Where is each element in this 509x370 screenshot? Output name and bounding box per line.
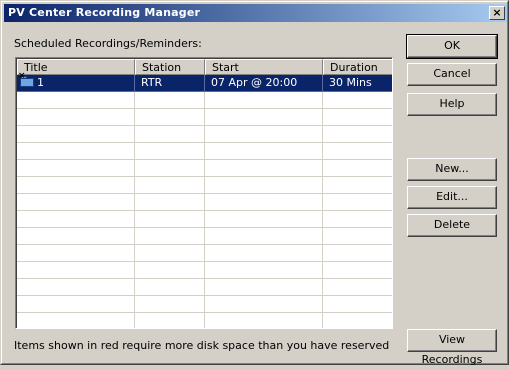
empty-cell (205, 211, 323, 228)
empty-row (17, 160, 392, 177)
empty-cell (135, 194, 205, 211)
empty-cell (205, 313, 323, 328)
empty-cell (205, 228, 323, 245)
cell-station: RTR (135, 75, 205, 92)
empty-cell (135, 296, 205, 313)
empty-cell (135, 126, 205, 143)
edit-button[interactable]: Edit... (407, 186, 497, 209)
empty-cell (17, 160, 135, 177)
empty-cell (135, 143, 205, 160)
empty-row (17, 228, 392, 245)
empty-cell (17, 245, 135, 262)
empty-cell (135, 211, 205, 228)
empty-cell (323, 92, 392, 109)
column-header-start[interactable]: Start (205, 59, 323, 75)
ok-button[interactable]: OK (406, 34, 498, 59)
empty-cell (17, 262, 135, 279)
column-header-station[interactable]: Station (135, 59, 205, 75)
empty-cell (135, 262, 205, 279)
empty-cell (17, 296, 135, 313)
empty-cell (135, 177, 205, 194)
empty-row (17, 245, 392, 262)
empty-row (17, 177, 392, 194)
empty-cell (135, 109, 205, 126)
empty-cell (323, 313, 392, 328)
column-header-title[interactable]: Title (17, 59, 135, 75)
recordings-list[interactable]: Title Station Start Duration × 1 RTR 07 … (15, 57, 393, 329)
empty-cell (135, 279, 205, 296)
empty-cell (323, 228, 392, 245)
empty-cell (17, 194, 135, 211)
empty-row (17, 194, 392, 211)
empty-cell (135, 313, 205, 328)
table-row[interactable]: × 1 RTR 07 Apr @ 20:00 30 Mins (17, 72, 392, 92)
empty-cell (135, 228, 205, 245)
empty-cell (17, 126, 135, 143)
empty-cell (135, 160, 205, 177)
empty-cell (17, 143, 135, 160)
window-title: PV Center Recording Manager (8, 6, 201, 19)
cell-title: × 1 (17, 72, 135, 92)
empty-cell (205, 262, 323, 279)
empty-cell (323, 194, 392, 211)
empty-cell (205, 194, 323, 211)
empty-cell (323, 279, 392, 296)
folder-icon: × (18, 72, 34, 87)
empty-cell (205, 92, 323, 109)
empty-row (17, 262, 392, 279)
title-bar[interactable]: PV Center Recording Manager × (4, 4, 507, 22)
footer-note: Items shown in red require more disk spa… (14, 339, 390, 352)
empty-cell (323, 211, 392, 228)
empty-cell (205, 177, 323, 194)
cancel-button[interactable]: Cancel (407, 63, 497, 86)
empty-cell (17, 211, 135, 228)
empty-cell (135, 92, 205, 109)
empty-cell (17, 109, 135, 126)
delete-button[interactable]: Delete (407, 214, 497, 237)
empty-cell (323, 126, 392, 143)
empty-row (17, 126, 392, 143)
empty-cell (205, 109, 323, 126)
close-button[interactable]: × (489, 6, 505, 20)
dialog-frame: PV Center Recording Manager × Scheduled … (1, 1, 508, 366)
empty-cell (17, 313, 135, 328)
empty-cell (17, 228, 135, 245)
empty-cell (17, 177, 135, 194)
help-button[interactable]: Help (407, 93, 497, 116)
empty-cell (205, 160, 323, 177)
empty-row (17, 92, 392, 109)
empty-cell (323, 109, 392, 126)
empty-row (17, 279, 392, 296)
empty-cell (323, 262, 392, 279)
empty-cell (205, 245, 323, 262)
empty-cell (205, 279, 323, 296)
empty-cell (17, 279, 135, 296)
empty-cell (323, 177, 392, 194)
new-button[interactable]: New... (407, 158, 497, 181)
row-title: 1 (37, 76, 44, 89)
empty-row (17, 143, 392, 160)
cell-start: 07 Apr @ 20:00 (205, 75, 323, 92)
dialog-window: PV Center Recording Manager × Scheduled … (0, 0, 509, 366)
empty-cell (205, 296, 323, 313)
empty-row (17, 313, 392, 328)
column-header-duration[interactable]: Duration (323, 59, 392, 75)
list-frame: Title Station Start Duration × 1 RTR 07 … (16, 58, 392, 328)
empty-row (17, 296, 392, 313)
empty-row (17, 211, 392, 228)
cell-duration: 30 Mins (323, 75, 392, 92)
empty-row (17, 109, 392, 126)
view-recordings-button[interactable]: View Recordings (407, 329, 497, 366)
empty-cell (323, 160, 392, 177)
empty-cell (323, 245, 392, 262)
empty-cell (135, 245, 205, 262)
close-icon: × (492, 6, 502, 19)
empty-cell (323, 296, 392, 313)
empty-cell (205, 143, 323, 160)
list-label: Scheduled Recordings/Reminders: (14, 37, 202, 50)
empty-cell (17, 92, 135, 109)
empty-cell (323, 143, 392, 160)
empty-cell (205, 126, 323, 143)
